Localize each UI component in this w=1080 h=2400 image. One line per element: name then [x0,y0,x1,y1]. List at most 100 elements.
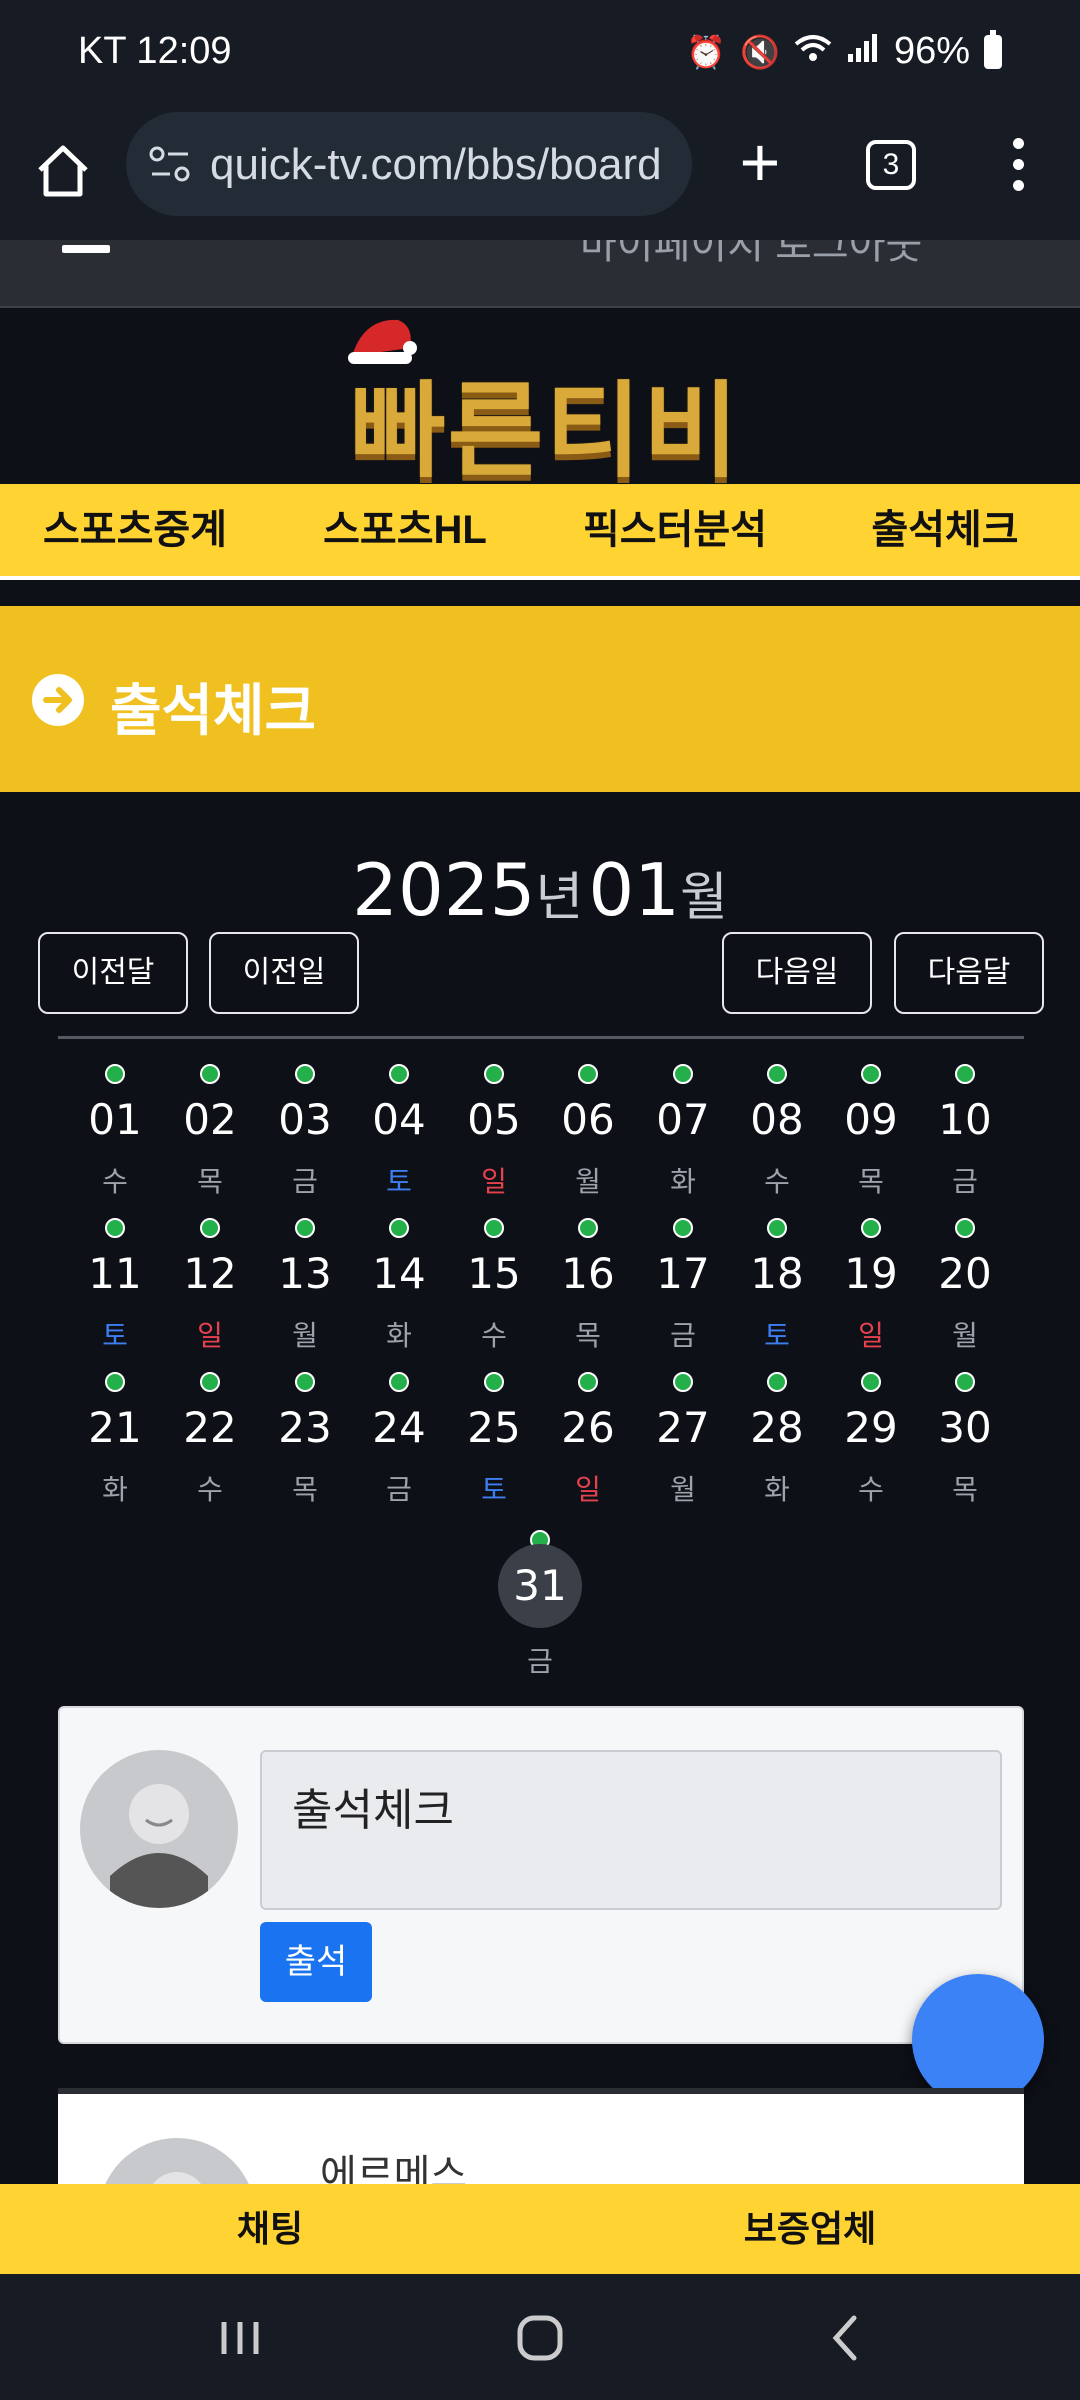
alarm-icon: ⏰ [686,33,727,70]
day-number: 02 [183,1095,237,1144]
attendance-dot [955,1064,975,1084]
calendar-day[interactable]: 05 일 [447,1064,541,1200]
calendar-day[interactable]: 08 수 [730,1064,824,1200]
calendar-divider [58,1036,1024,1039]
attendance-dot [105,1064,125,1084]
weekday-label: 수 [481,1320,507,1351]
weekday-label: 금 [386,1474,412,1505]
weekday-label: 일 [197,1320,223,1351]
weekday-label: 화 [102,1474,128,1505]
calendar-day[interactable]: 04 토 [352,1064,446,1200]
attendance-dot [484,1064,504,1084]
calendar-day[interactable]: 24 금 [352,1372,446,1508]
attendance-dot [105,1218,125,1238]
calendar-day[interactable]: 12 일 [163,1218,257,1354]
recent-apps-icon[interactable] [210,2308,270,2368]
attendance-dot [484,1218,504,1238]
calendar-day[interactable]: 28 화 [730,1372,824,1508]
calendar-day[interactable]: 30 목 [918,1372,1012,1508]
calendar-day[interactable]: 23 목 [258,1372,352,1508]
url-text[interactable]: quick-tv.com/bbs/board [210,140,662,190]
weekday-label: 화 [670,1166,696,1197]
user-links[interactable]: 마이페이지 로그아웃 [580,240,922,270]
day-number: 06 [561,1095,615,1144]
calendar-day[interactable]: 27 월 [636,1372,730,1508]
prev-day-button[interactable]: 이전일 [209,932,359,1014]
attendance-dot [861,1372,881,1392]
chat-tab[interactable]: 채팅 [0,2184,540,2274]
calendar-day[interactable]: 01 수 [68,1064,162,1200]
guaranteed-sites-tab[interactable]: 보증업체 [540,2184,1080,2274]
floating-action-button[interactable] [912,1974,1044,2106]
attendance-dot [673,1372,693,1392]
calendar-day[interactable]: 02 목 [163,1064,257,1200]
new-tab-icon[interactable]: + [728,127,792,197]
calendar-day[interactable]: 18 토 [730,1218,824,1354]
calendar-day[interactable]: 11 토 [68,1218,162,1354]
attendance-dot [578,1218,598,1238]
calendar-day[interactable]: 15 수 [447,1218,541,1354]
weekday-label: 월 [292,1320,318,1351]
home-nav-icon[interactable] [510,2308,570,2368]
site-logo[interactable]: 빠른티비 [350,346,741,497]
day-number: 27 [656,1403,710,1452]
prev-month-button[interactable]: 이전달 [38,932,188,1014]
calendar-day[interactable]: 21 화 [68,1372,162,1508]
calendar-day[interactable]: 03 금 [258,1064,352,1200]
calendar-day[interactable]: 17 금 [636,1218,730,1354]
hamburger-icon[interactable] [62,245,110,253]
calendar-day[interactable]: 20 월 [918,1218,1012,1354]
back-nav-icon[interactable] [816,2308,876,2368]
overflow-menu-icon[interactable] [1000,138,1036,198]
home-icon[interactable] [30,138,96,204]
calendar-day[interactable]: 22 수 [163,1372,257,1508]
day-number: 22 [183,1403,237,1452]
calendar-day[interactable]: 31 금 [493,1530,587,1680]
calendar-day[interactable]: 14 화 [352,1218,446,1354]
calendar-year: 2025 [352,848,536,932]
weekday-label: 목 [197,1166,223,1197]
attendance-dot [673,1218,693,1238]
calendar-day[interactable]: 10 금 [918,1064,1012,1200]
calendar-day[interactable]: 16 목 [541,1218,635,1354]
attendance-dot [389,1218,409,1238]
day-number: 14 [372,1249,426,1298]
weekday-label: 금 [292,1166,318,1197]
attendance-dot [484,1372,504,1392]
tab-switcher-button[interactable]: 3 [866,140,916,190]
calendar-month: 01 [588,848,680,932]
calendar-day[interactable]: 29 수 [824,1372,918,1508]
battery-icon [984,29,1002,69]
attendance-dot [767,1064,787,1084]
weekday-label: 토 [764,1320,790,1351]
day-number: 29 [844,1403,898,1452]
calendar-day[interactable]: 26 일 [541,1372,635,1508]
nav-pickster-analysis[interactable]: 픽스터분석 [540,484,810,576]
page-title: 출석체크 [110,679,317,742]
attendance-dot [767,1218,787,1238]
weekday-label: 일 [575,1474,601,1505]
attendance-textarea[interactable]: 출석체크 [260,1750,1002,1910]
year-suffix: 년 [535,868,584,928]
next-month-button[interactable]: 다음달 [894,932,1044,1014]
calendar-day[interactable]: 07 화 [636,1064,730,1200]
calendar-day[interactable]: 13 월 [258,1218,352,1354]
attendance-dot [200,1064,220,1084]
day-number: 12 [183,1249,237,1298]
attend-submit-button[interactable]: 출석 [260,1922,372,2002]
site-settings-icon[interactable] [148,144,192,184]
attendance-dot [295,1372,315,1392]
wifi-icon [794,32,832,72]
calendar-day[interactable]: 25 토 [447,1372,541,1508]
weekday-label: 일 [858,1320,884,1351]
nav-attendance-check[interactable]: 출석체크 [810,484,1080,576]
calendar-day[interactable]: 06 월 [541,1064,635,1200]
nav-sports-highlights[interactable]: 스포츠HL [270,484,540,576]
next-day-button[interactable]: 다음일 [722,932,872,1014]
day-number: 26 [561,1403,615,1452]
nav-sports-live[interactable]: 스포츠중계 [0,484,270,576]
address-bar[interactable]: quick-tv.com/bbs/board [126,112,692,216]
calendar-day[interactable]: 09 목 [824,1064,918,1200]
status-icons: ⏰ 🔇 96% [686,29,1002,73]
calendar-day[interactable]: 19 일 [824,1218,918,1354]
